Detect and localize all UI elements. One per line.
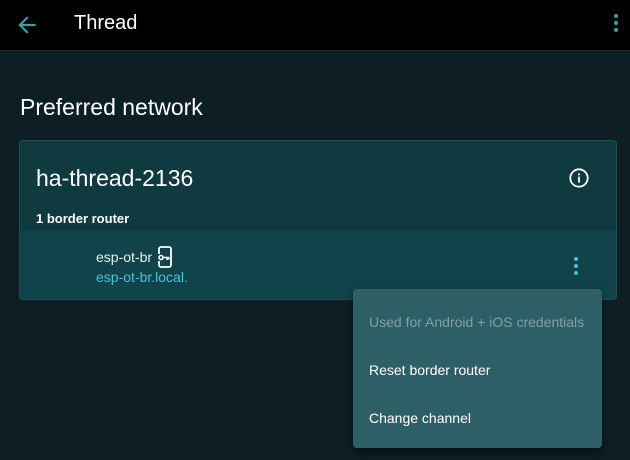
section-title: Preferred network: [20, 94, 203, 120]
network-name: ha-thread-2136: [36, 165, 194, 191]
page-title: Thread: [74, 12, 138, 34]
router-menu-icon[interactable]: [571, 257, 581, 277]
network-card: ha-thread-2136 1 border router esp-ot-br…: [19, 140, 617, 300]
back-arrow-icon[interactable]: [14, 12, 40, 38]
device-key-icon: [156, 246, 174, 268]
router-hostname[interactable]: esp-ot-br.local.: [96, 269, 188, 285]
menu-item-credentials: Used for Android + iOS credentials: [369, 314, 585, 330]
menu-item-reset-border-router[interactable]: Reset border router: [369, 362, 490, 378]
info-icon[interactable]: [568, 167, 590, 189]
menu-item-change-channel[interactable]: Change channel: [369, 410, 471, 426]
router-name: esp-ot-br: [96, 249, 153, 265]
border-router-count: 1 border router: [36, 211, 130, 226]
overflow-menu-icon[interactable]: [612, 14, 620, 36]
router-context-menu: Used for Android + iOS credentials Reset…: [353, 289, 602, 448]
top-app-bar: Thread: [0, 0, 630, 51]
